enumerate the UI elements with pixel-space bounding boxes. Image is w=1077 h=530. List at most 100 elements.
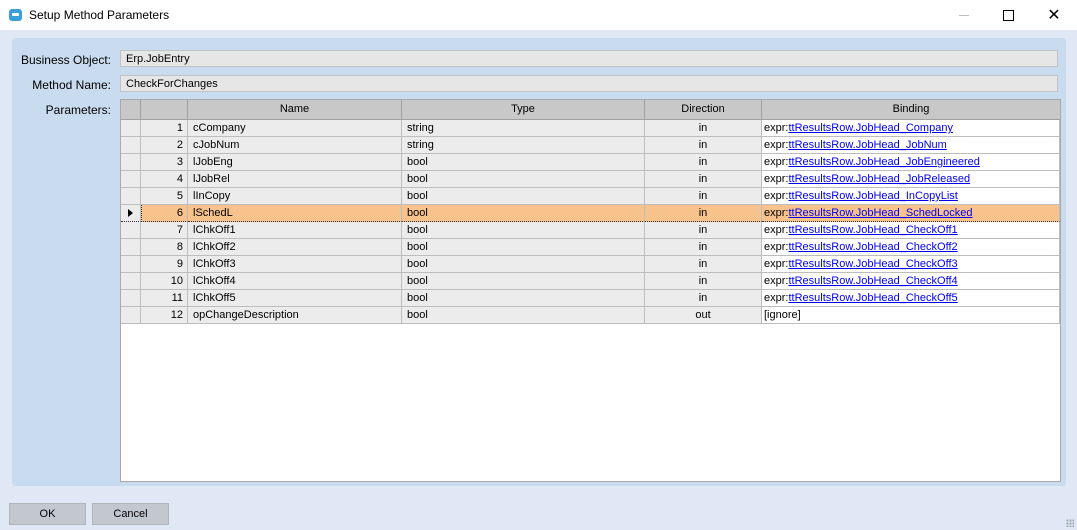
binding-link[interactable]: ttResultsRow.JobHead_CheckOff4: [788, 275, 957, 287]
binding-link[interactable]: ttResultsRow.JobHead_CheckOff2: [788, 241, 957, 253]
table-row[interactable]: 6 lSchedL bool in expr:ttResultsRow.JobHead_…: [121, 205, 1060, 222]
param-type-cell[interactable]: bool: [402, 222, 645, 239]
param-direction-cell[interactable]: in: [645, 290, 762, 307]
param-direction-cell[interactable]: in: [645, 239, 762, 256]
param-binding-cell[interactable]: expr:ttResultsRow.JobHead_CheckOff3: [762, 256, 1060, 273]
column-header-binding[interactable]: Binding: [762, 100, 1060, 120]
binding-link[interactable]: ttResultsRow.JobHead_CheckOff3: [788, 258, 957, 270]
param-type-cell[interactable]: bool: [402, 256, 645, 273]
param-direction-cell[interactable]: in: [645, 137, 762, 154]
param-name-cell[interactable]: lChkOff5: [188, 290, 402, 307]
param-name-cell[interactable]: lInCopy: [188, 188, 402, 205]
cancel-button[interactable]: Cancel: [92, 503, 169, 525]
table-row[interactable]: 7 lChkOff1 bool in expr:ttResultsRow.JobHead…: [121, 222, 1060, 239]
table-row[interactable]: 10 lChkOff4 bool in expr:ttResultsRow.JobHea…: [121, 273, 1060, 290]
row-selector[interactable]: [121, 290, 141, 307]
param-type-cell[interactable]: bool: [402, 273, 645, 290]
method-name-field[interactable]: CheckForChanges: [120, 75, 1058, 92]
param-name-cell[interactable]: lChkOff1: [188, 222, 402, 239]
param-name-cell[interactable]: opChangeDescription: [188, 307, 402, 324]
row-selector[interactable]: [121, 222, 141, 239]
row-selector[interactable]: [121, 239, 141, 256]
binding-link[interactable]: ttResultsRow.JobHead_JobEngineered: [788, 156, 979, 168]
param-direction-cell[interactable]: in: [645, 154, 762, 171]
minimize-icon[interactable]: [941, 0, 987, 30]
param-type-cell[interactable]: bool: [402, 307, 645, 324]
binding-link[interactable]: ttResultsRow.JobHead_JobReleased: [788, 173, 970, 185]
param-binding-cell[interactable]: expr:ttResultsRow.JobHead_CheckOff2: [762, 239, 1060, 256]
row-selector[interactable]: [121, 307, 141, 324]
binding-link[interactable]: ttResultsRow.JobHead_JobNum: [788, 139, 946, 151]
column-header-name[interactable]: Name: [188, 100, 402, 120]
row-selector[interactable]: [121, 171, 141, 188]
table-row[interactable]: 4 lJobRel bool in expr:ttResultsRow.JobHead_…: [121, 171, 1060, 188]
row-selector[interactable]: [121, 188, 141, 205]
param-name-cell[interactable]: lChkOff2: [188, 239, 402, 256]
table-row[interactable]: 2 cJobNum string in expr:ttResultsRow.JobHea…: [121, 137, 1060, 154]
param-binding-cell[interactable]: expr:ttResultsRow.JobHead_CheckOff4: [762, 273, 1060, 290]
param-name-cell[interactable]: cJobNum: [188, 137, 402, 154]
ok-button[interactable]: OK: [9, 503, 86, 525]
column-header-type[interactable]: Type: [402, 100, 645, 120]
column-header-direction[interactable]: Direction: [645, 100, 762, 120]
param-binding-cell[interactable]: expr:ttResultsRow.JobHead_JobNum: [762, 137, 1060, 154]
param-name-cell[interactable]: cCompany: [188, 120, 402, 137]
parameters-grid[interactable]: Name Type Direction Binding 1 cCompany str…: [120, 99, 1061, 482]
param-direction-cell[interactable]: in: [645, 120, 762, 137]
method-name-label: Method Name:: [32, 78, 111, 92]
table-row[interactable]: 12 opChangeDescription bool out [ignore]: [121, 307, 1060, 324]
param-type-cell[interactable]: string: [402, 137, 645, 154]
param-name-cell[interactable]: lSchedL: [188, 205, 402, 222]
param-binding-cell[interactable]: expr:ttResultsRow.JobHead_InCopyList: [762, 188, 1060, 205]
param-direction-cell[interactable]: in: [645, 171, 762, 188]
param-direction-cell[interactable]: in: [645, 205, 762, 222]
param-binding-cell[interactable]: [ignore]: [762, 307, 1060, 324]
param-direction-cell[interactable]: out: [645, 307, 762, 324]
param-direction-cell[interactable]: in: [645, 273, 762, 290]
row-selector[interactable]: [121, 273, 141, 290]
param-name-cell[interactable]: lChkOff3: [188, 256, 402, 273]
table-row[interactable]: 5 lInCopy bool in expr:ttResultsRow.JobHead_…: [121, 188, 1060, 205]
table-row[interactable]: 3 lJobEng bool in expr:ttResultsRow.JobHead_…: [121, 154, 1060, 171]
param-binding-cell[interactable]: expr:ttResultsRow.JobHead_CheckOff1: [762, 222, 1060, 239]
param-name-cell[interactable]: lJobEng: [188, 154, 402, 171]
param-name-cell[interactable]: lJobRel: [188, 171, 402, 188]
param-binding-cell[interactable]: expr:ttResultsRow.JobHead_JobEngineered: [762, 154, 1060, 171]
resize-grip-icon[interactable]: [1066, 519, 1074, 527]
binding-prefix: expr:: [764, 139, 789, 151]
row-number: 6: [141, 205, 188, 222]
row-selector[interactable]: [121, 137, 141, 154]
row-selector[interactable]: [121, 120, 141, 137]
row-selector[interactable]: [121, 256, 141, 273]
param-name-cell[interactable]: lChkOff4: [188, 273, 402, 290]
param-binding-cell[interactable]: expr:ttResultsRow.JobHead_CheckOff5: [762, 290, 1060, 307]
close-icon[interactable]: ✕: [1031, 0, 1077, 30]
row-selector[interactable]: [121, 205, 141, 222]
param-direction-cell[interactable]: in: [645, 188, 762, 205]
param-type-cell[interactable]: bool: [402, 239, 645, 256]
param-direction-cell[interactable]: in: [645, 256, 762, 273]
binding-link[interactable]: ttResultsRow.JobHead_CheckOff1: [788, 224, 957, 236]
table-row[interactable]: 1 cCompany string in expr:ttResultsRow.JobHe…: [121, 120, 1060, 137]
param-binding-cell[interactable]: expr:ttResultsRow.JobHead_SchedLocked: [762, 205, 1060, 222]
param-binding-cell[interactable]: expr:ttResultsRow.JobHead_JobReleased: [762, 171, 1060, 188]
business-object-label: Business Object:: [20, 53, 111, 67]
binding-link[interactable]: ttResultsRow.JobHead_InCopyList: [788, 190, 957, 202]
business-object-field[interactable]: Erp.JobEntry: [120, 50, 1058, 67]
row-selector[interactable]: [121, 154, 141, 171]
binding-link[interactable]: ttResultsRow.JobHead_Company: [788, 122, 952, 134]
param-type-cell[interactable]: bool: [402, 290, 645, 307]
table-row[interactable]: 11 lChkOff5 bool in expr:ttResultsRow.JobHea…: [121, 290, 1060, 307]
param-type-cell[interactable]: bool: [402, 188, 645, 205]
table-row[interactable]: 8 lChkOff2 bool in expr:ttResultsRow.JobHead…: [121, 239, 1060, 256]
param-direction-cell[interactable]: in: [645, 222, 762, 239]
param-binding-cell[interactable]: expr:ttResultsRow.JobHead_Company: [762, 120, 1060, 137]
binding-link[interactable]: ttResultsRow.JobHead_SchedLocked: [788, 207, 972, 219]
table-row[interactable]: 9 lChkOff3 bool in expr:ttResultsRow.JobHead…: [121, 256, 1060, 273]
binding-link[interactable]: ttResultsRow.JobHead_CheckOff5: [788, 292, 957, 304]
param-type-cell[interactable]: string: [402, 120, 645, 137]
param-type-cell[interactable]: bool: [402, 205, 645, 222]
param-type-cell[interactable]: bool: [402, 171, 645, 188]
param-type-cell[interactable]: bool: [402, 154, 645, 171]
maximize-icon[interactable]: [985, 0, 1031, 30]
